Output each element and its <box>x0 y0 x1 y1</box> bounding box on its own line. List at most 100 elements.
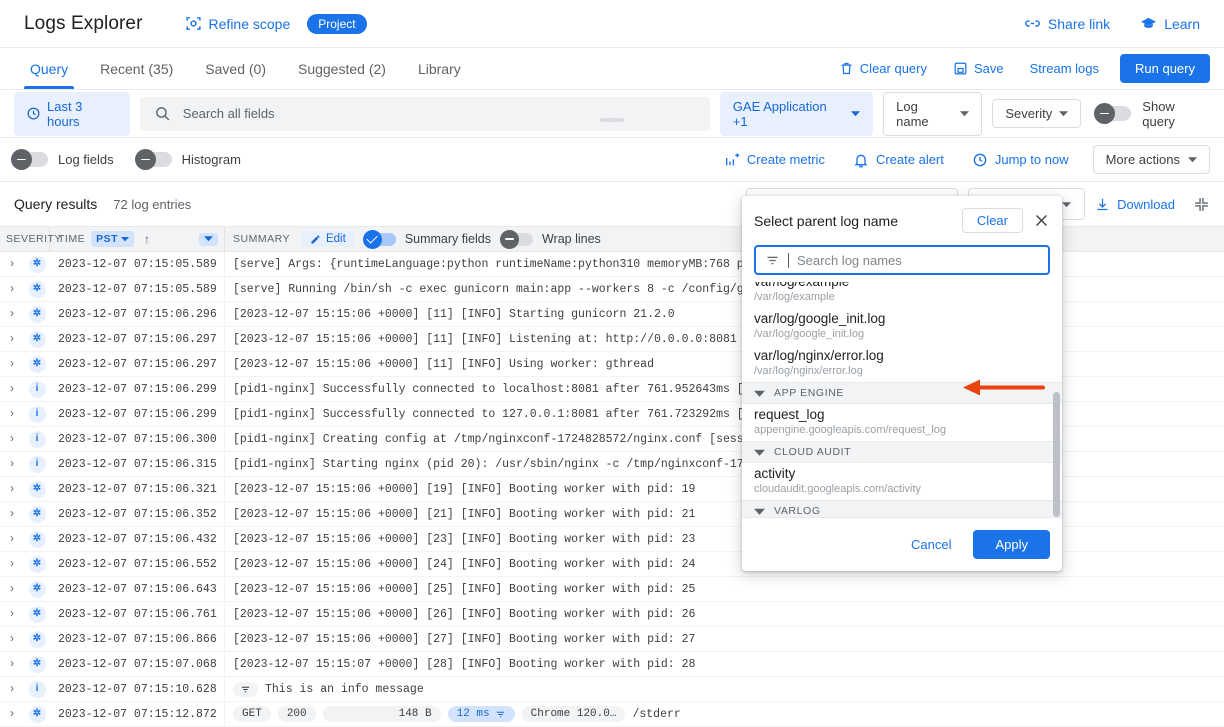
time-column-menu-icon[interactable] <box>199 232 218 246</box>
filter-gae-application[interactable]: GAE Application +1 <box>719 91 874 136</box>
log-name-option[interactable]: request_log appengine.googleapis.com/requ… <box>742 404 1062 441</box>
edit-summary-fields-button[interactable]: Edit <box>301 231 354 247</box>
summary-cell: [2023-12-07 15:15:07 +0000] [28] [INFO] … <box>233 657 696 671</box>
jump-to-now-button[interactable]: Jump to now <box>960 152 1081 168</box>
expand-row-icon[interactable]: › <box>0 483 24 495</box>
tab-saved[interactable]: Saved (0) <box>189 48 282 89</box>
tab-library[interactable]: Library <box>402 48 477 89</box>
table-row[interactable]: › ✲ 2023-12-07 07:15:06.761 [2023-12-07 15:… <box>0 602 1224 627</box>
share-link-button[interactable]: Share link <box>1024 15 1110 32</box>
expand-row-icon[interactable]: › <box>0 583 24 595</box>
expand-row-icon[interactable]: › <box>0 258 24 270</box>
expand-row-icon[interactable]: › <box>0 408 24 420</box>
expand-row-icon[interactable]: › <box>0 458 24 470</box>
save-icon <box>953 61 968 76</box>
view-options-toolbar: Log fields Histogram Create metric Creat… <box>0 137 1224 182</box>
learn-button[interactable]: Learn <box>1140 15 1200 32</box>
log-name-option[interactable]: var/log/example/var/log/example <box>742 282 1062 308</box>
expand-row-icon[interactable]: › <box>0 533 24 545</box>
severity-debug-icon: ✲ <box>28 480 46 498</box>
expand-row-icon[interactable]: › <box>0 558 24 570</box>
log-names-search-input[interactable]: Search log names <box>754 245 1050 275</box>
log-name-option[interactable]: var/log/nginx/error.log/var/log/nginx/er… <box>742 345 1062 382</box>
expand-row-icon[interactable]: › <box>0 508 24 520</box>
search-all-fields-input[interactable]: Search all fields <box>139 96 710 131</box>
time-range-label: Last 3 hours <box>47 98 83 129</box>
more-actions-button[interactable]: More actions <box>1092 145 1210 174</box>
filter-log-name[interactable]: Log name <box>883 91 983 136</box>
time-range-button[interactable]: Last 3 hours <box>14 91 130 136</box>
table-row[interactable]: › ✲ 2023-12-07 07:15:07.068 [2023-12-07 15:… <box>0 652 1224 677</box>
histogram-control: Histogram <box>134 149 241 170</box>
expand-row-icon[interactable]: › <box>0 658 24 670</box>
expand-row-icon[interactable]: › <box>0 333 24 345</box>
summary-fields-toggle[interactable] <box>362 229 396 249</box>
download-icon <box>1095 197 1110 212</box>
expand-row-icon[interactable]: › <box>0 433 24 445</box>
log-group-header[interactable]: VARLOG <box>742 500 1062 517</box>
time-cell: 2023-12-07 07:15:05.589 <box>50 277 225 301</box>
download-button[interactable]: Download <box>1095 197 1175 212</box>
log-names-list[interactable]: var/log/example/var/log/examplevar/log/g… <box>742 282 1062 517</box>
severity-cell: ✲ <box>24 605 50 623</box>
scope-chip[interactable]: Project <box>307 13 367 34</box>
search-all-fields-placeholder: Search all fields <box>182 106 275 121</box>
app-header: Logs Explorer Refine scope Project Share… <box>0 0 1224 48</box>
pencil-icon <box>310 234 321 245</box>
expand-row-icon[interactable]: › <box>0 308 24 320</box>
expand-row-icon[interactable]: › <box>0 708 24 720</box>
create-alert-label: Create alert <box>875 152 944 167</box>
refine-scope-button[interactable]: Refine scope Project <box>185 13 367 34</box>
panel-scrollbar[interactable] <box>1053 392 1060 517</box>
tab-library-label: Library <box>417 60 461 77</box>
severity-cell: ✲ <box>24 330 50 348</box>
tab-recent[interactable]: Recent (35) <box>84 48 189 89</box>
severity-cell: ✲ <box>24 580 50 598</box>
summary-cell: [pid1-nginx] Starting nginx (pid 20): /u… <box>233 457 772 471</box>
chevron-down-icon <box>1059 109 1069 118</box>
panel-drag-handle[interactable] <box>600 118 624 122</box>
histogram-toggle[interactable] <box>134 149 172 170</box>
filter-severity[interactable]: Severity <box>992 99 1082 128</box>
table-row[interactable]: › ✲ 2023-12-07 07:15:06.866 [2023-12-07 15:… <box>0 627 1224 652</box>
table-row[interactable]: › ✲ 2023-12-07 07:15:06.643 [2023-12-07 15:… <box>0 577 1224 602</box>
expand-row-icon[interactable]: › <box>0 358 24 370</box>
log-group-header[interactable]: APP ENGINE <box>742 382 1062 404</box>
search-toolbar: Last 3 hours Search all fields GAE Appli… <box>0 90 1224 137</box>
cancel-button[interactable]: Cancel <box>899 530 963 559</box>
stream-logs-button[interactable]: Stream logs <box>1017 48 1112 89</box>
show-query-toggle[interactable] <box>1094 103 1132 124</box>
wrap-lines-toggle[interactable] <box>499 229 533 249</box>
expand-row-icon[interactable]: › <box>0 633 24 645</box>
timezone-selector[interactable]: PST <box>91 231 135 247</box>
save-button[interactable]: Save <box>940 48 1017 89</box>
close-icon[interactable] <box>1033 212 1050 229</box>
expand-row-icon[interactable]: › <box>0 683 24 695</box>
clear-query-button[interactable]: Clear query <box>826 48 940 89</box>
run-query-label: Run query <box>1135 61 1195 76</box>
sort-ascending-icon[interactable]: ↑ <box>144 232 151 246</box>
tab-suggested[interactable]: Suggested (2) <box>282 48 402 89</box>
log-name-option[interactable]: activity cloudaudit.googleapis.com/activi… <box>742 463 1062 500</box>
expand-row-icon[interactable]: › <box>0 383 24 395</box>
severity-debug-icon: ✲ <box>28 705 46 723</box>
expand-row-icon[interactable]: › <box>0 608 24 620</box>
tab-query[interactable]: Query <box>14 48 84 89</box>
table-row[interactable]: › i 2023-12-07 07:15:10.628 This is an info… <box>0 677 1224 702</box>
clear-query-label: Clear query <box>859 61 927 76</box>
time-cell: 2023-12-07 07:15:06.643 <box>50 577 225 601</box>
create-metric-button[interactable]: Create metric <box>712 152 837 168</box>
school-icon <box>1140 15 1157 32</box>
log-group-header[interactable]: CLOUD AUDIT <box>742 441 1062 463</box>
create-alert-button[interactable]: Create alert <box>841 152 956 168</box>
log-fields-toggle[interactable] <box>11 149 48 170</box>
panel-clear-button[interactable]: Clear <box>961 208 1023 233</box>
time-cell: 2023-12-07 07:15:06.296 <box>50 302 225 326</box>
run-query-button[interactable]: Run query <box>1120 54 1210 83</box>
log-name-option[interactable]: var/log/google_init.log/var/log/google_i… <box>742 308 1062 345</box>
collapse-view-icon[interactable] <box>1193 196 1210 213</box>
severity-cell: ✲ <box>24 480 50 498</box>
table-row[interactable]: › ✲ 2023-12-07 07:15:12.872 GET 200 148 B 12 m… <box>0 702 1224 727</box>
expand-row-icon[interactable]: › <box>0 283 24 295</box>
apply-button[interactable]: Apply <box>973 530 1050 559</box>
